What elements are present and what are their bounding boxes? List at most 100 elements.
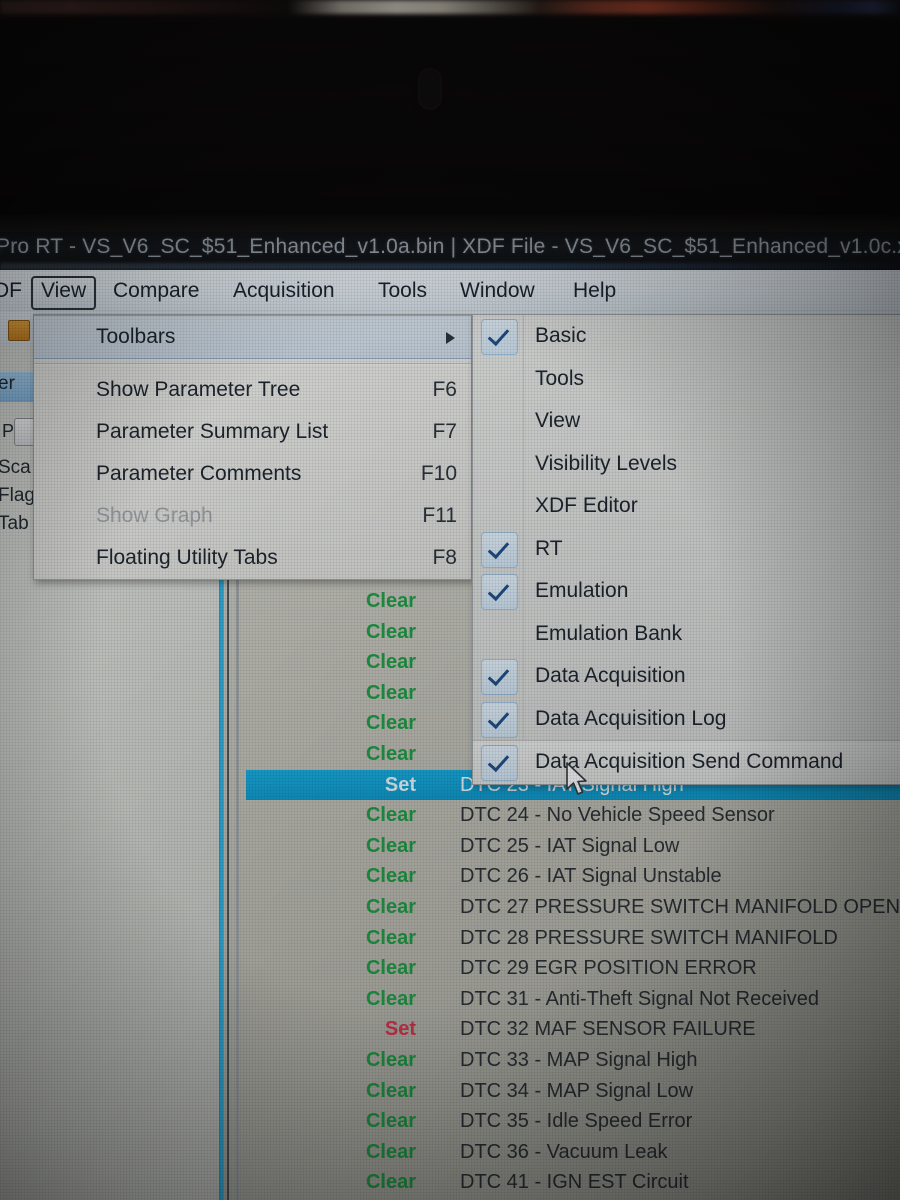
dtc-state[interactable]: Clear <box>246 892 416 923</box>
dtc-state[interactable]: Clear <box>246 739 416 770</box>
dtc-state[interactable]: Clear <box>246 1106 416 1137</box>
submenu-item-label: View <box>535 409 581 432</box>
table-row[interactable]: Clear DTC 31 - Anti-Theft Signal Not Rece… <box>246 984 900 1015</box>
menu-item-label: Show Parameter Tree <box>96 378 301 401</box>
check-icon[interactable] <box>481 659 518 695</box>
dtc-state[interactable]: Clear <box>246 708 416 739</box>
submenu-item-emulation[interactable]: Emulation <box>473 570 900 613</box>
menu-item-shortcut: F8 <box>432 546 457 569</box>
submenu-item-basic[interactable]: Basic <box>473 315 900 358</box>
dtc-state[interactable]: Clear <box>246 861 416 892</box>
webcam-icon <box>418 68 442 110</box>
check-icon[interactable] <box>481 574 518 610</box>
table-row[interactable]: Clear DTC 24 - No Vehicle Speed Sensor <box>246 800 900 831</box>
menu-item-shortcut: F10 <box>420 462 457 485</box>
dtc-description: DTC 29 EGR POSITION ERROR <box>460 957 757 980</box>
table-row[interactable]: Clear DTC 33 - MAP Signal High <box>246 1045 900 1076</box>
menu-item-toolbars[interactable]: Toolbars <box>34 315 471 359</box>
table-row[interactable]: Clear DTC 25 - IAT Signal Low <box>246 831 900 862</box>
submenu-item-data-acquisition-send-command[interactable]: Data Acquisition Send Command <box>473 740 900 784</box>
submenu-item-label: Visibility Levels <box>535 451 678 475</box>
dtc-state[interactable]: Clear <box>246 923 416 954</box>
menu-bar[interactable]: DF View Compare Acquisition Tools Window… <box>0 270 900 313</box>
menu-view[interactable]: View <box>31 276 97 310</box>
menu-tools[interactable]: Tools <box>378 276 427 306</box>
laptop-bezel <box>0 0 900 233</box>
submenu-item-label: Basic <box>535 324 587 347</box>
left-panel-label-er: er <box>0 373 15 394</box>
menu-item-show-graph: Show Graph F11 <box>34 495 471 537</box>
menu-xdf[interactable]: DF <box>0 276 22 306</box>
menu-item-show-parameter-tree[interactable]: Show Parameter Tree F6 <box>34 369 471 411</box>
menu-item-parameter-summary-list[interactable]: Parameter Summary List F7 <box>34 411 471 453</box>
menu-window[interactable]: Window <box>460 276 535 306</box>
bezel-lower-edge <box>0 215 900 233</box>
dtc-state[interactable]: Clear <box>246 678 416 709</box>
menu-compare[interactable]: Compare <box>113 276 199 306</box>
table-row[interactable]: Set DTC 32 MAF SENSOR FAILURE <box>246 1014 900 1045</box>
left-panel-label-tables[interactable]: Tab <box>0 513 29 535</box>
table-row[interactable]: Clear DTC 36 - Vacuum Leak <box>246 1137 900 1168</box>
window-titlebar: Pro RT - VS_V6_SC_$51_Enhanced_v1.0a.bin… <box>0 232 900 270</box>
submenu-item-visibility-levels[interactable]: Visibility Levels <box>473 443 900 486</box>
check-icon[interactable] <box>481 319 518 355</box>
dtc-state[interactable]: Clear <box>246 953 416 984</box>
left-panel-label-scalars[interactable]: Sca <box>0 457 31 479</box>
dtc-state[interactable]: Set <box>246 1014 416 1045</box>
menu-item-floating-utility-tabs[interactable]: Floating Utility Tabs F8 <box>34 537 471 579</box>
submenu-item-data-acquisition-log[interactable]: Data Acquisition Log <box>473 698 900 741</box>
table-row[interactable]: Clear DTC 34 - MAP Signal Low <box>246 1076 900 1107</box>
open-file-icon[interactable] <box>8 320 30 341</box>
submenu-item-label: Data Acquisition <box>535 664 686 687</box>
submenu-item-label: RT <box>535 536 563 560</box>
dtc-state[interactable]: Clear <box>246 1167 416 1198</box>
submenu-item-rt[interactable]: RT <box>473 528 900 571</box>
check-icon[interactable] <box>481 745 518 781</box>
submenu-item-data-acquisition[interactable]: Data Acquisition <box>473 655 900 698</box>
menu-item-label: Toolbars <box>96 325 176 348</box>
dtc-description: DTC 36 - Vacuum Leak <box>460 1140 668 1163</box>
submenu-item-label: Tools <box>535 366 585 390</box>
left-panel-label-flags[interactable]: Flag <box>0 485 35 507</box>
menu-help[interactable]: Help <box>573 276 616 306</box>
dtc-description: DTC 33 - MAP Signal High <box>460 1048 698 1071</box>
toolbars-submenu[interactable]: Basic Tools View Visibility Levels XDF E… <box>472 314 900 785</box>
dtc-state[interactable]: Clear <box>246 1137 416 1168</box>
menu-item-label: Parameter Summary List <box>96 420 329 443</box>
table-row[interactable]: Clear DTC 35 - Idle Speed Error <box>246 1106 900 1137</box>
mouse-cursor <box>565 762 591 796</box>
dtc-state[interactable]: Clear <box>246 800 416 831</box>
dtc-description: DTC 34 - MAP Signal Low <box>460 1079 694 1102</box>
dtc-description: DTC 35 - Idle Speed Error <box>460 1110 693 1133</box>
titlebar-sheen <box>0 263 900 270</box>
submenu-item-label: Data Acquisition Log <box>535 706 727 730</box>
dtc-state[interactable]: Clear <box>246 617 416 648</box>
dtc-state[interactable]: Set <box>246 770 416 801</box>
dtc-state[interactable]: Clear <box>246 586 416 617</box>
submenu-item-xdf-editor[interactable]: XDF Editor <box>473 485 900 528</box>
menu-acquisition[interactable]: Acquisition <box>233 276 335 306</box>
submenu-item-label: Emulation <box>535 579 629 602</box>
dtc-description: DTC 26 - IAT Signal Unstable <box>460 865 722 888</box>
menu-item-label: Show Graph <box>96 504 213 527</box>
menu-item-parameter-comments[interactable]: Parameter Comments F10 <box>34 453 471 495</box>
table-row[interactable]: Clear DTC 28 PRESSURE SWITCH MANIFOLD <box>246 923 900 954</box>
dtc-state[interactable]: Clear <box>246 1045 416 1076</box>
table-row[interactable]: Clear DTC 29 EGR POSITION ERROR <box>246 953 900 984</box>
table-row[interactable]: Clear DTC 27 PRESSURE SWITCH MANIFOLD OPE… <box>246 892 900 923</box>
submenu-item-view[interactable]: View <box>473 400 900 443</box>
menu-item-label: Parameter Comments <box>96 462 302 485</box>
table-row[interactable]: Clear DTC 41 - IGN EST Circuit <box>246 1167 900 1198</box>
submenu-item-emulation-bank[interactable]: Emulation Bank <box>473 613 900 656</box>
dtc-state[interactable]: Clear <box>246 1076 416 1107</box>
dtc-state[interactable]: Clear <box>246 831 416 862</box>
dtc-description: DTC 27 PRESSURE SWITCH MANIFOLD OPEN <box>460 895 900 918</box>
dtc-description: DTC 25 - IAT Signal Low <box>460 834 680 857</box>
dtc-state[interactable]: Clear <box>246 984 416 1015</box>
submenu-item-tools[interactable]: Tools <box>473 358 900 401</box>
check-icon[interactable] <box>481 531 518 568</box>
check-icon[interactable] <box>481 701 518 738</box>
dtc-state[interactable]: Clear <box>246 647 416 678</box>
table-row[interactable]: Clear DTC 26 - IAT Signal Unstable <box>246 861 900 892</box>
view-dropdown-menu[interactable]: Toolbars Show Parameter Tree F6 Paramete… <box>33 314 472 580</box>
